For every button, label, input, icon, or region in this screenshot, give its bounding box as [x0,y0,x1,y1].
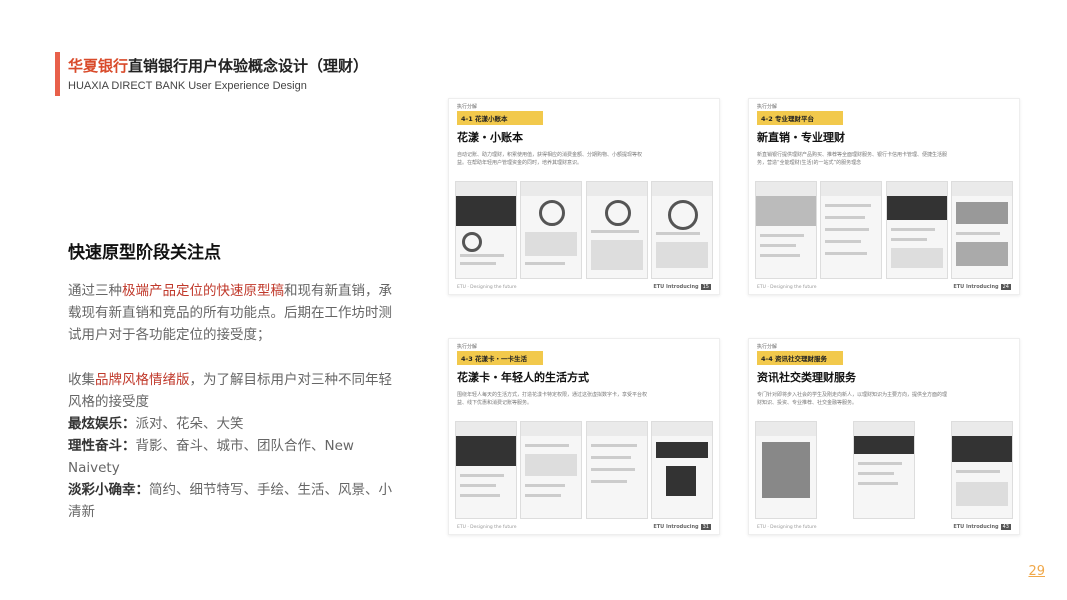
page-subtitle: HUAXIA DIRECT BANK User Experience Desig… [68,80,307,92]
slide-number: 15 [700,284,711,290]
footer-label: ETU Introducing [653,284,699,290]
style-key: 理性奋斗： [68,438,136,454]
phone-mockup [755,421,817,519]
style-value: 派对、花朵、大笑 [135,416,244,432]
card-description: 自动记账、助力理财，积累使用值，获得相应的消费金额、分期购物、小额提现等权益。在… [457,152,643,166]
footer-label: ETU Introducing [653,524,699,530]
card-description: 专门针对即将步入社会的学生及刚走向新人，以理财知识为主要方向，提供全方面的理财知… [757,392,948,406]
paragraph-prototype: 通过三种极端产品定位的快速原型稿和现有新直销，承载现有新直销和竞品的所有功能点。… [68,280,398,346]
p2-highlight: 品牌风格情绪版 [95,372,190,388]
phone-mockup [520,421,583,519]
slide-thumbnail-4-2[interactable]: 执行分解 4-2 专业理财平台 新直销・专业理财 新直销银行提供理财产品购买、推… [748,98,1020,295]
phone-mockup [455,181,517,279]
card-title: 花漾卡・年轻人的生活方式 [457,371,589,384]
card-tag: 4-3 花漾卡・一卡生活 [457,351,543,365]
phone-mockup [885,181,948,279]
page-title: 华夏银行直销银行用户体验概念设计（理财） [68,55,368,76]
phone-mockup [585,421,648,519]
footer-label: ETU Introducing [953,524,999,530]
phone-mockup [951,421,1013,519]
card-footer-right: ETU Introducing 15 [653,284,711,290]
phone-mockups [455,421,713,519]
p1-highlight: 极端产品定位的快速原型稿 [122,283,284,299]
phone-mockup [820,181,883,279]
phone-mockups [455,181,713,279]
phone-mockup [455,421,517,519]
card-kicker: 执行分解 [457,344,478,350]
style-item: 淡彩小确幸：简约、细节特写、手绘、生活、风景、小清新 [68,479,398,523]
section-heading: 快速原型阶段关注点 [68,243,221,263]
phone-mockup [853,421,915,519]
card-footer-left: ETU · Designing the future [757,285,817,290]
slide-number: 31 [700,524,711,530]
style-key: 淡彩小确幸： [68,482,149,498]
title-rest: 直销银行用户体验概念设计（理财） [128,57,369,75]
paragraph-moodboard: 收集品牌风格情绪版，为了解目标用户对三种不同年轻风格的接受度 最炫娱乐：派对、花… [68,369,398,523]
phone-mockups [755,421,1013,519]
card-footer-right: ETU Introducing 43 [953,524,1011,530]
card-description: 围绕年轻人每天的生活方式，打造花漾卡特定权限，通过这张虚拟数字卡，享受平台权益、… [457,392,648,406]
card-kicker: 执行分解 [457,104,478,110]
card-kicker: 执行分解 [757,104,778,110]
slide-number: 24 [1000,284,1011,290]
card-description: 新直销银行提供理财产品购买、推荐等全面理财服务、银行卡信用卡管理、便捷生活服务，… [757,152,948,166]
slide-thumbnail-4-1[interactable]: 执行分解 4-1 花漾小账本 花漾・小账本 自动记账、助力理财，积累使用值，获得… [448,98,720,295]
card-footer-left: ETU · Designing the future [757,525,817,530]
card-footer-right: ETU Introducing 31 [653,524,711,530]
phone-mockup [950,181,1013,279]
style-item: 理性奋斗：背影、奋斗、城市、团队合作、New Naivety [68,435,398,479]
title-accent-bar [55,52,60,96]
slide-number: 43 [1000,524,1011,530]
card-kicker: 执行分解 [757,344,778,350]
card-tag: 4-2 专业理财平台 [757,111,843,125]
page-number: 29 [1028,564,1045,579]
slide-thumbnail-4-4[interactable]: 执行分解 4-4 资讯社交理财服务 资讯社交类理财服务 专门针对即将步入社会的学… [748,338,1020,535]
footer-label: ETU Introducing [953,284,999,290]
title-brand: 华夏银行 [68,57,129,75]
phone-mockups [755,181,1013,279]
phone-mockup [650,181,713,279]
p2-text-a: 收集 [68,372,95,388]
phone-mockup [755,181,817,279]
style-item: 最炫娱乐：派对、花朵、大笑 [68,413,398,435]
p1-text-a: 通过三种 [68,283,122,299]
card-tag: 4-4 资讯社交理财服务 [757,351,843,365]
slide-thumbnail-4-3[interactable]: 执行分解 4-3 花漾卡・一卡生活 花漾卡・年轻人的生活方式 围绕年轻人每天的生… [448,338,720,535]
card-tag: 4-1 花漾小账本 [457,111,543,125]
style-key: 最炫娱乐： [68,416,136,432]
card-title: 花漾・小账本 [457,131,523,144]
phone-mockup [650,421,713,519]
card-footer-left: ETU · Designing the future [457,285,517,290]
phone-mockup [585,181,648,279]
card-title: 新直销・专业理财 [757,131,845,144]
card-title: 资讯社交类理财服务 [757,371,856,384]
card-footer-left: ETU · Designing the future [457,525,517,530]
card-footer-right: ETU Introducing 24 [953,284,1011,290]
phone-mockup [520,181,583,279]
